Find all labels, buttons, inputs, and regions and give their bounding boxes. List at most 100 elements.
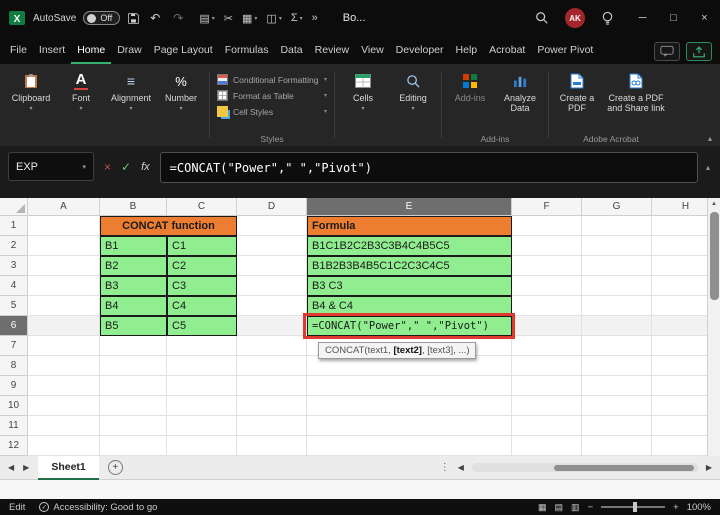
comments-button[interactable] bbox=[654, 42, 680, 61]
normal-view-icon[interactable]: ▦ bbox=[538, 502, 547, 513]
tab-overflow-icon[interactable]: ⋮ bbox=[440, 462, 450, 473]
cell-c3[interactable]: C2 bbox=[167, 256, 237, 276]
zoom-in-icon[interactable]: + bbox=[673, 502, 679, 513]
cell-c8[interactable] bbox=[167, 356, 237, 376]
column-header-c[interactable]: C bbox=[167, 198, 237, 216]
minimize-button[interactable]: ─ bbox=[627, 0, 658, 36]
row-header-3[interactable]: 3 bbox=[0, 256, 28, 276]
confirm-entry-button[interactable]: ✓ bbox=[121, 160, 131, 174]
create-pdf-button[interactable]: Create a PDF bbox=[552, 68, 602, 114]
hscroll-right-icon[interactable]: ▶ bbox=[706, 463, 712, 472]
font-button[interactable]: A Font ▾ bbox=[56, 68, 106, 113]
cell-a6[interactable] bbox=[28, 316, 100, 336]
search-icon[interactable] bbox=[535, 11, 549, 25]
cell-g9[interactable] bbox=[582, 376, 652, 396]
row-header-7[interactable]: 7 bbox=[0, 336, 28, 356]
cell-g8[interactable] bbox=[582, 356, 652, 376]
horizontal-scrollbar-thumb[interactable] bbox=[554, 465, 694, 471]
share-button[interactable] bbox=[686, 42, 712, 61]
row-header-9[interactable]: 9 bbox=[0, 376, 28, 396]
cell-styles-button[interactable]: Cell Styles ▾ bbox=[217, 106, 327, 117]
cell-d12[interactable] bbox=[237, 436, 307, 456]
cut-icon[interactable]: ✂ bbox=[224, 12, 233, 25]
page-layout-view-icon[interactable]: ▤ bbox=[555, 502, 564, 513]
cell-g10[interactable] bbox=[582, 396, 652, 416]
cell-f12[interactable] bbox=[512, 436, 582, 456]
menu-tab-file[interactable]: File bbox=[4, 38, 33, 64]
cell-d10[interactable] bbox=[237, 396, 307, 416]
account-avatar[interactable]: AK bbox=[565, 8, 585, 28]
accessibility-status[interactable]: ✓ Accessibility: Good to go bbox=[39, 502, 157, 513]
zoom-level[interactable]: 100% bbox=[687, 502, 711, 513]
alignment-button[interactable]: ≡ Alignment ▾ bbox=[106, 68, 156, 113]
cell-g2[interactable] bbox=[582, 236, 652, 256]
zoom-slider[interactable] bbox=[601, 506, 665, 508]
menu-tab-help[interactable]: Help bbox=[450, 38, 484, 64]
cell-f6[interactable] bbox=[512, 316, 582, 336]
autosum-icon[interactable]: Σ▾ bbox=[291, 12, 303, 24]
cell-g5[interactable] bbox=[582, 296, 652, 316]
cell-e4[interactable]: B3 C3 bbox=[307, 276, 512, 296]
borders-icon[interactable]: ▦▾ bbox=[242, 12, 257, 25]
lightbulb-icon[interactable] bbox=[601, 11, 614, 26]
cell-a1[interactable] bbox=[28, 216, 100, 236]
more-commands-icon[interactable]: » bbox=[312, 12, 318, 24]
page-break-view-icon[interactable]: ▥ bbox=[571, 502, 580, 513]
formula-input[interactable]: =CONCAT("Power"," ","Pivot") bbox=[160, 152, 698, 183]
menu-tab-page-layout[interactable]: Page Layout bbox=[148, 38, 219, 64]
cell-d1[interactable] bbox=[237, 216, 307, 236]
cell-a3[interactable] bbox=[28, 256, 100, 276]
cell-e8[interactable] bbox=[307, 356, 512, 376]
cell-e11[interactable] bbox=[307, 416, 512, 436]
horizontal-scrollbar[interactable] bbox=[472, 463, 698, 472]
cell-a4[interactable] bbox=[28, 276, 100, 296]
cell-d4[interactable] bbox=[237, 276, 307, 296]
cell-f2[interactable] bbox=[512, 236, 582, 256]
column-header-b[interactable]: B bbox=[100, 198, 167, 216]
row-header-2[interactable]: 2 bbox=[0, 236, 28, 256]
sheet-nav-right-icon[interactable]: ▶ bbox=[23, 463, 29, 472]
cell-e3[interactable]: B1B2B3B4B5C1C2C3C4C5 bbox=[307, 256, 512, 276]
row-header-10[interactable]: 10 bbox=[0, 396, 28, 416]
cell-c12[interactable] bbox=[167, 436, 237, 456]
collapse-ribbon-icon[interactable]: ▴ bbox=[708, 134, 712, 143]
menu-tab-view[interactable]: View bbox=[355, 38, 390, 64]
cell-a9[interactable] bbox=[28, 376, 100, 396]
cell-a12[interactable] bbox=[28, 436, 100, 456]
create-pdf-share-button[interactable]: Create a PDF and Share link bbox=[602, 68, 670, 114]
cell-d5[interactable] bbox=[237, 296, 307, 316]
cell-b6[interactable]: B5 bbox=[100, 316, 167, 336]
name-box[interactable]: EXP ▾ bbox=[8, 152, 94, 181]
cell-b5[interactable]: B4 bbox=[100, 296, 167, 316]
undo-icon[interactable]: ↶ bbox=[147, 12, 163, 24]
cell-a11[interactable] bbox=[28, 416, 100, 436]
column-header-e[interactable]: E bbox=[307, 198, 512, 216]
sheet-nav-left-icon[interactable]: ◀ bbox=[8, 463, 14, 472]
cell-d6[interactable] bbox=[237, 316, 307, 336]
cell-d11[interactable] bbox=[237, 416, 307, 436]
cell-a10[interactable] bbox=[28, 396, 100, 416]
cell-d8[interactable] bbox=[237, 356, 307, 376]
cell-b1-merged-header[interactable]: CONCAT function bbox=[100, 216, 237, 236]
maximize-button[interactable]: □ bbox=[658, 0, 689, 36]
cell-a8[interactable] bbox=[28, 356, 100, 376]
cell-c11[interactable] bbox=[167, 416, 237, 436]
cell-d7[interactable] bbox=[237, 336, 307, 356]
column-header-g[interactable]: G bbox=[582, 198, 652, 216]
zoom-slider-thumb[interactable] bbox=[633, 502, 637, 512]
cell-a2[interactable] bbox=[28, 236, 100, 256]
cell-a5[interactable] bbox=[28, 296, 100, 316]
editing-button[interactable]: Editing ▾ bbox=[388, 68, 438, 113]
cell-f4[interactable] bbox=[512, 276, 582, 296]
menu-tab-review[interactable]: Review bbox=[309, 38, 355, 64]
number-button[interactable]: % Number ▾ bbox=[156, 68, 206, 113]
menu-tab-draw[interactable]: Draw bbox=[111, 38, 148, 64]
cell-f10[interactable] bbox=[512, 396, 582, 416]
cell-c10[interactable] bbox=[167, 396, 237, 416]
cell-c9[interactable] bbox=[167, 376, 237, 396]
cell-c2[interactable]: C1 bbox=[167, 236, 237, 256]
cell-e12[interactable] bbox=[307, 436, 512, 456]
cell-f1[interactable] bbox=[512, 216, 582, 236]
row-header-4[interactable]: 4 bbox=[0, 276, 28, 296]
cell-g11[interactable] bbox=[582, 416, 652, 436]
